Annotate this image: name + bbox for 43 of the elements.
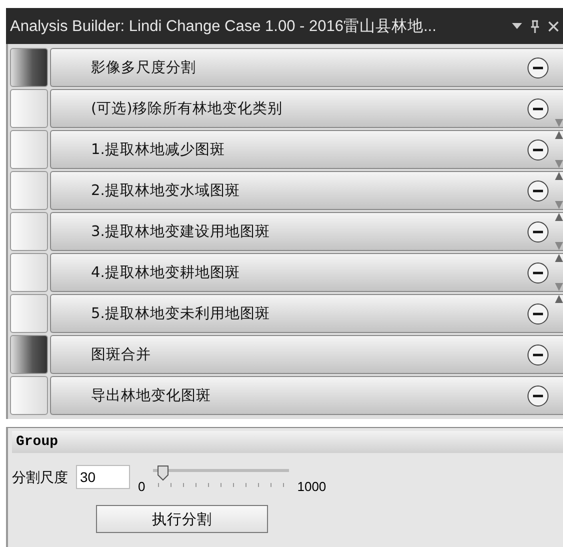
scale-input[interactable]: 30 (76, 465, 130, 489)
collapse-icon[interactable] (527, 98, 549, 120)
move-up-icon[interactable] (555, 213, 563, 221)
move-up-icon[interactable] (555, 172, 563, 180)
slider-thumb[interactable] (156, 465, 169, 481)
dropdown-icon[interactable] (512, 23, 522, 29)
collapse-icon[interactable] (527, 344, 549, 366)
close-icon[interactable] (548, 20, 559, 32)
process-bar[interactable]: 1.提取林地减少图斑 (50, 130, 563, 169)
collapse-icon[interactable] (527, 220, 549, 242)
process-label: 图斑合并 (91, 346, 152, 364)
process-bar[interactable]: 3.提取林地变建设用地图斑 (50, 212, 563, 251)
pin-icon[interactable] (530, 20, 540, 32)
process-bar[interactable]: 4.提取林地变耕地图斑 (50, 253, 563, 292)
collapse-icon[interactable] (527, 56, 549, 78)
move-up-icon[interactable] (555, 295, 563, 303)
process-bar[interactable]: 2.提取林地变水域图斑 (50, 171, 563, 210)
process-label: 2.提取林地变水域图斑 (91, 182, 241, 200)
window-title: Analysis Builder: Lindi Change Case 1.00 - 2016雷山县林地... (10, 16, 438, 36)
process-bar[interactable]: 5.提取林地变未利用地图斑 (50, 294, 563, 333)
run-button[interactable]: 执行分割 (96, 505, 268, 533)
process-label: 5.提取林地变未利用地图斑 (91, 304, 271, 323)
process-label: 影像多尺度分割 (91, 58, 197, 77)
field-label: 分割尺度 (12, 469, 68, 487)
collapse-icon[interactable] (527, 262, 549, 284)
collapse-icon[interactable] (527, 302, 549, 324)
process-label: 3.提取林地变建设用地图斑 (91, 222, 271, 241)
process-bar[interactable]: 图斑合并 (50, 335, 563, 374)
collapse-icon[interactable] (527, 180, 549, 202)
move-up-icon[interactable] (555, 254, 563, 262)
process-label: 4.提取林地变耕地图斑 (91, 264, 241, 282)
move-up-icon[interactable] (555, 131, 563, 139)
slider-min-label: 0 (138, 479, 146, 494)
process-label: (可选)移除所有林地变化类别 (91, 100, 284, 118)
collapse-icon[interactable] (527, 138, 549, 160)
slider-max-label: 1000 (297, 479, 326, 494)
process-bar[interactable]: (可选)移除所有林地变化类别 (50, 89, 563, 128)
process-label: 1.提取林地减少图斑 (91, 141, 226, 159)
group-title: Group (16, 434, 58, 450)
process-bar[interactable]: 影像多尺度分割 (50, 48, 563, 87)
collapse-icon[interactable] (527, 384, 549, 406)
process-bar[interactable]: 导出林地变化图斑 (50, 376, 563, 415)
process-label: 导出林地变化图斑 (91, 386, 212, 405)
